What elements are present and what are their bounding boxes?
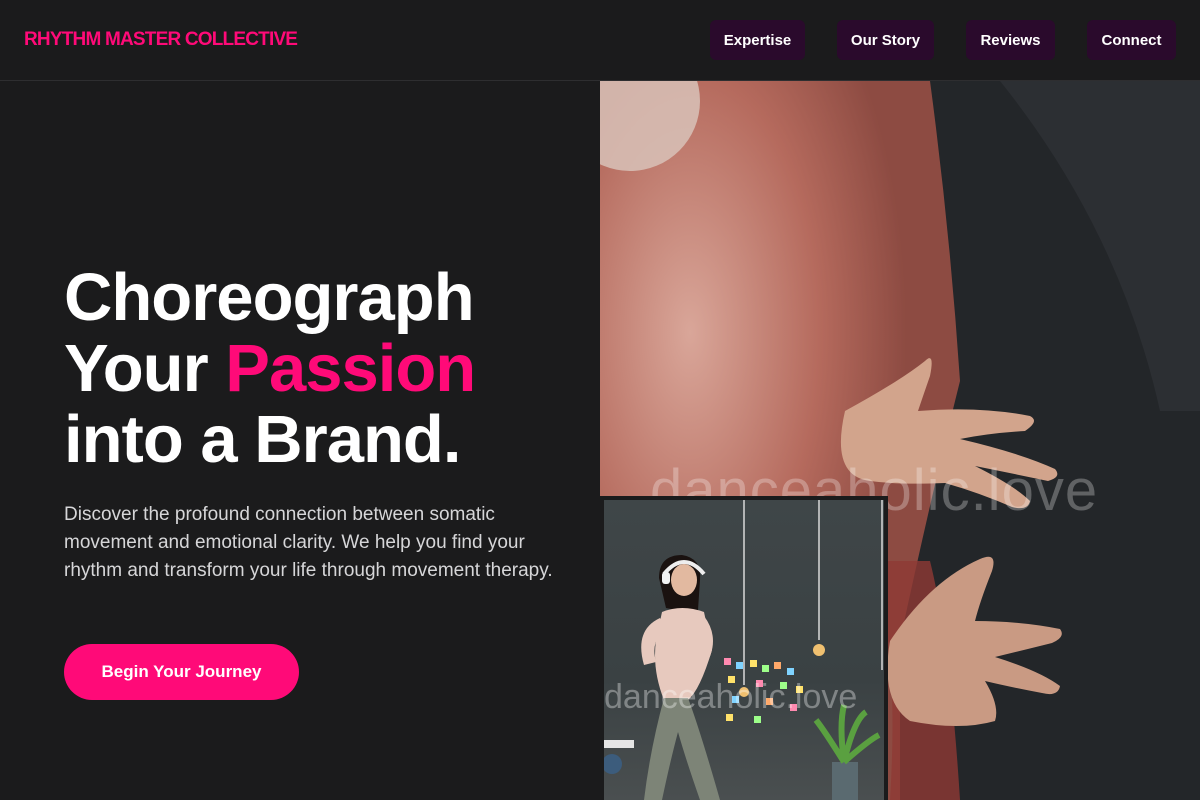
nav-connect-button[interactable]: Connect <box>1087 20 1176 60</box>
inset-photo-frame: danceaholic.love <box>600 496 888 800</box>
begin-journey-button[interactable]: Begin Your Journey <box>64 644 299 700</box>
nav-expertise-button[interactable]: Expertise <box>710 20 805 60</box>
nav-our-story-button[interactable]: Our Story <box>837 20 934 60</box>
brand-logo[interactable]: RHYTHM MASTER COLLECTIVE <box>24 29 298 51</box>
woman-dancing-photo: danceaholic.love <box>604 500 884 800</box>
hero-title-accent: Passion <box>225 331 476 406</box>
hero-title-line2-prefix: Your <box>64 331 226 406</box>
hero-title-line1: Choreograph <box>64 260 475 335</box>
landing-page: RHYTHM MASTER COLLECTIVE Expertise Our S… <box>0 0 1200 800</box>
inset-photo-watermark: danceaholic.love <box>604 678 858 716</box>
site-header: RHYTHM MASTER COLLECTIVE Expertise Our S… <box>0 0 1200 81</box>
hero-description: Discover the profound connection between… <box>64 504 553 581</box>
hero-title: Choreograph Your Passion into a Brand. <box>64 260 476 477</box>
hero-title-line3: into a Brand. <box>64 402 461 477</box>
nav-reviews-button[interactable]: Reviews <box>966 20 1055 60</box>
